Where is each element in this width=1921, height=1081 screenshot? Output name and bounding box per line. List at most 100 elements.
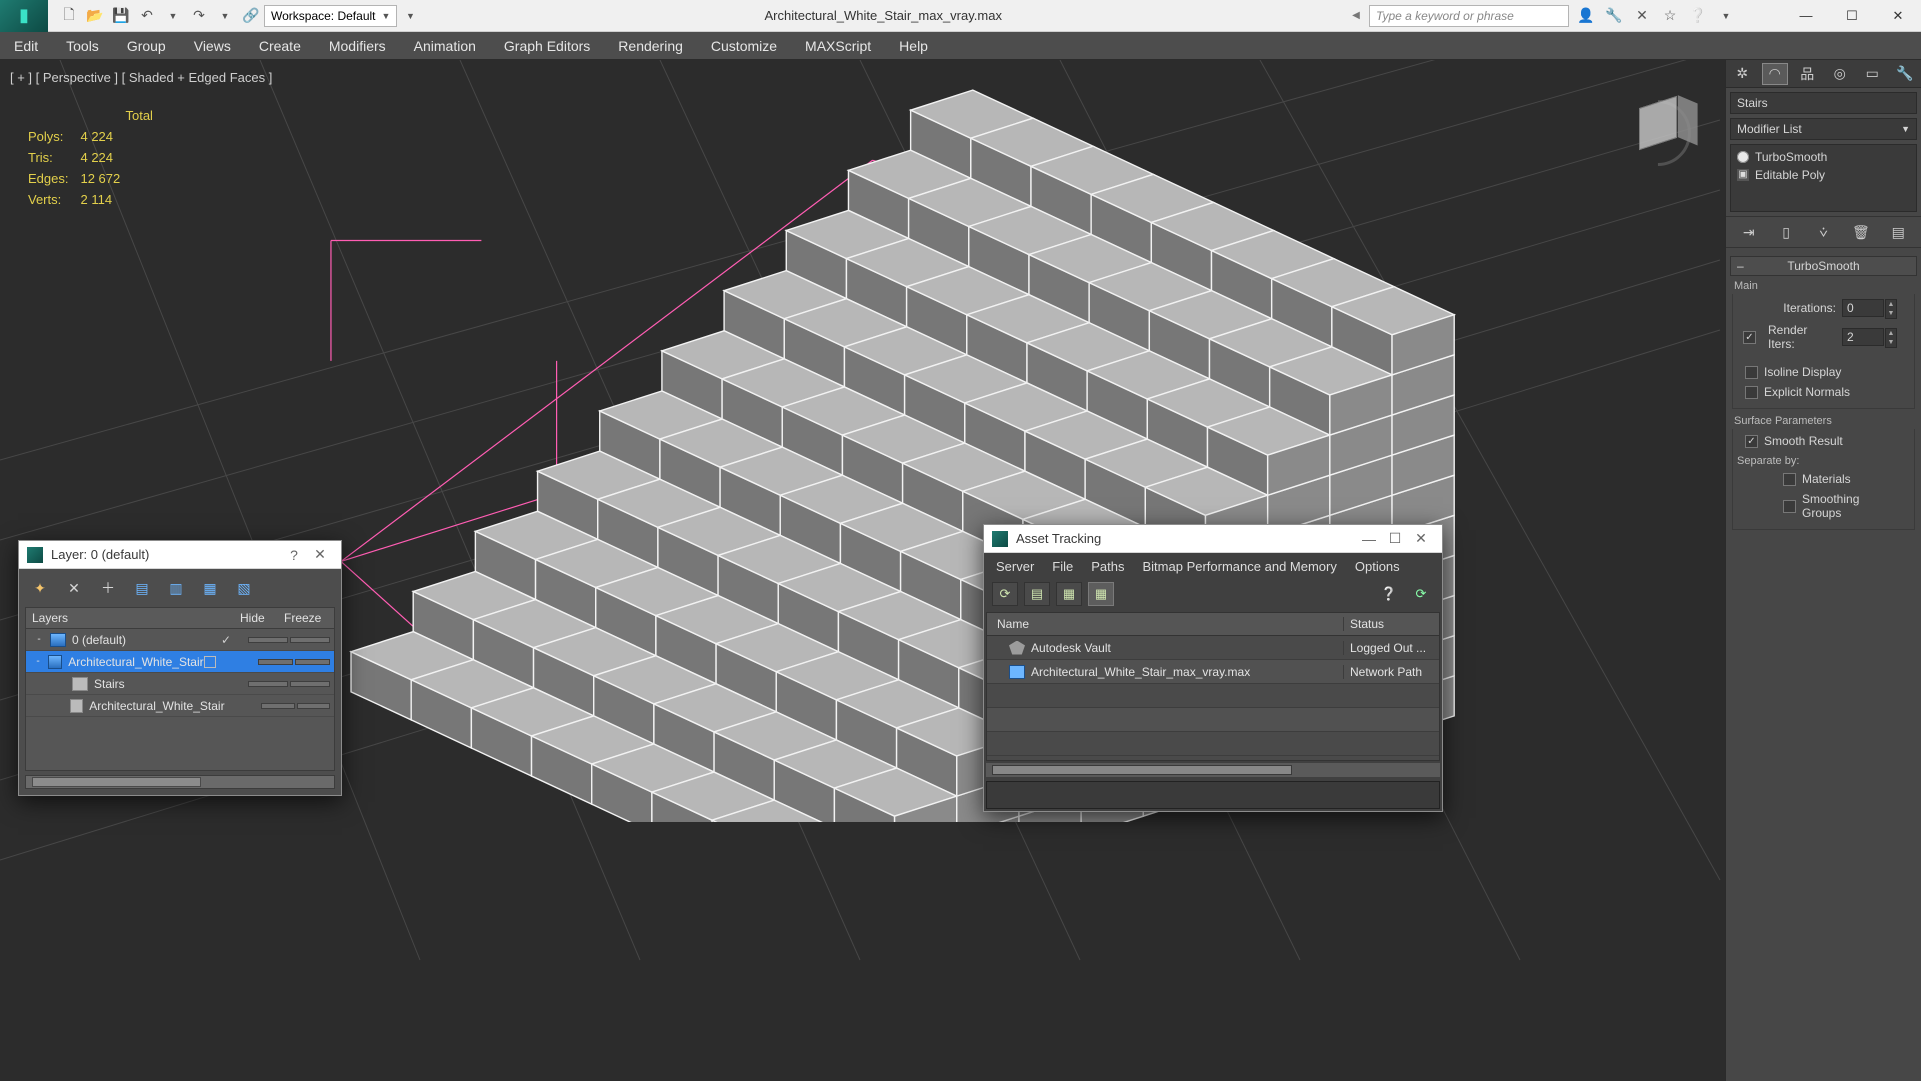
menu-views[interactable]: Views xyxy=(194,38,231,54)
extra-toggle[interactable] xyxy=(297,703,330,709)
menu-animation[interactable]: Animation xyxy=(414,38,476,54)
asset-list[interactable]: Autodesk VaultLogged Out ...Architectura… xyxy=(986,636,1440,761)
tree-view-icon[interactable]: ▦ xyxy=(1056,582,1082,606)
help-button[interactable]: ? xyxy=(281,547,307,563)
select-layer-icon[interactable]: ▤ xyxy=(131,577,153,599)
help-dropdown-icon[interactable]: ▼ xyxy=(1713,4,1739,28)
modifier-stack[interactable]: TurboSmooth ▣ Editable Poly xyxy=(1730,144,1917,212)
asset-menu-file[interactable]: File xyxy=(1052,559,1073,574)
new-file-icon[interactable]: 🗋 xyxy=(56,4,82,28)
bulb-icon[interactable] xyxy=(1737,151,1749,163)
highlight-layer-icon[interactable]: ▥ xyxy=(165,577,187,599)
menu-rendering[interactable]: Rendering xyxy=(618,38,683,54)
freeze-toggle[interactable] xyxy=(248,681,288,687)
modify-tab-icon[interactable]: ◠ xyxy=(1762,63,1788,85)
menu-help[interactable]: Help xyxy=(899,38,928,54)
viewcube[interactable] xyxy=(1613,88,1703,178)
isoline-checkbox[interactable] xyxy=(1745,366,1758,379)
asset-row[interactable] xyxy=(987,684,1439,708)
modifier-item-editable-poly[interactable]: ▣ Editable Poly xyxy=(1735,166,1912,184)
layer-row[interactable]: Stairs xyxy=(26,673,334,695)
render-iters-spinner[interactable]: 2 ▲▼ xyxy=(1842,328,1884,346)
help-icon[interactable]: ❔ xyxy=(1685,4,1711,28)
menu-modifiers[interactable]: Modifiers xyxy=(329,38,386,54)
menu-group[interactable]: Group xyxy=(127,38,166,54)
render-iters-checkbox[interactable]: ✓ xyxy=(1743,331,1756,344)
object-name-field[interactable]: Stairs xyxy=(1730,92,1917,114)
col-freeze[interactable]: Freeze xyxy=(284,611,328,625)
layer-list[interactable]: -0 (default)✓-Architectural_White_StairS… xyxy=(25,629,335,771)
layer-row[interactable]: -Architectural_White_Stair xyxy=(26,651,334,673)
configure-sets-icon[interactable]: ▤ xyxy=(1885,221,1911,243)
extra-toggle[interactable] xyxy=(290,637,330,643)
minimize-button[interactable]: — xyxy=(1783,0,1829,32)
modifier-list-dropdown[interactable]: Modifier List ▼ xyxy=(1730,118,1917,140)
menu-edit[interactable]: Edit xyxy=(14,38,38,54)
refresh-icon[interactable]: ⟳ xyxy=(992,582,1018,606)
display-tab-icon[interactable]: ▭ xyxy=(1859,63,1885,85)
new-layer-icon[interactable]: ✦ xyxy=(29,577,51,599)
add-to-layer-icon[interactable]: ＋ xyxy=(97,577,119,599)
visibility-box[interactable] xyxy=(204,656,216,668)
asset-row[interactable] xyxy=(987,732,1439,756)
redo-icon[interactable]: ↷ xyxy=(186,4,212,28)
layer-scrollbar[interactable] xyxy=(25,775,335,789)
asset-row[interactable]: Architectural_White_Stair_max_vray.maxNe… xyxy=(987,660,1439,684)
undo-icon[interactable]: ↶ xyxy=(134,4,160,28)
undo-dropdown-icon[interactable]: ▼ xyxy=(160,4,186,28)
menu-customize[interactable]: Customize xyxy=(711,38,777,54)
extra-toggle[interactable] xyxy=(295,659,330,665)
create-tab-icon[interactable]: ✲ xyxy=(1729,63,1755,85)
infocenter-icon[interactable]: 👤 xyxy=(1573,4,1599,28)
asset-row[interactable] xyxy=(987,708,1439,732)
menu-maxscript[interactable]: MAXScript xyxy=(805,38,871,54)
extra-toggle[interactable] xyxy=(290,681,330,687)
list-view-icon[interactable]: ▤ xyxy=(1024,582,1050,606)
freeze-toggle[interactable] xyxy=(258,659,293,665)
expand-icon[interactable]: ▣ xyxy=(1737,169,1749,181)
menu-graph-editors[interactable]: Graph Editors xyxy=(504,38,590,54)
table-view-icon[interactable]: ▦ xyxy=(1088,582,1114,606)
redo-dropdown-icon[interactable]: ▼ xyxy=(212,4,238,28)
close-button[interactable]: ✕ xyxy=(1875,0,1921,32)
asset-menu-bitmap[interactable]: Bitmap Performance and Memory xyxy=(1143,559,1337,574)
key-icon[interactable]: 🔧 xyxy=(1601,4,1627,28)
materials-checkbox[interactable] xyxy=(1783,473,1796,486)
app-logo[interactable]: ▮ xyxy=(0,0,48,32)
favorite-icon[interactable]: ☆ xyxy=(1657,4,1683,28)
motion-tab-icon[interactable]: ◎ xyxy=(1827,63,1853,85)
asset-row[interactable]: Autodesk VaultLogged Out ... xyxy=(987,636,1439,660)
open-file-icon[interactable]: 📂 xyxy=(82,4,108,28)
smoothing-groups-checkbox[interactable] xyxy=(1783,500,1796,513)
explicit-normals-checkbox[interactable] xyxy=(1745,386,1758,399)
rollout-header[interactable]: – TurboSmooth xyxy=(1730,256,1917,276)
show-end-result-icon[interactable]: ▯ xyxy=(1773,221,1799,243)
col-status[interactable]: Status xyxy=(1343,617,1439,631)
asset-menu-paths[interactable]: Paths xyxy=(1091,559,1124,574)
col-hide[interactable]: Hide xyxy=(240,611,284,625)
hierarchy-tab-icon[interactable]: 品 xyxy=(1794,63,1820,85)
search-input[interactable]: Type a keyword or phrase xyxy=(1369,5,1569,27)
close-button[interactable]: ✕ xyxy=(1408,530,1434,547)
make-unique-icon[interactable]: ⩒ xyxy=(1810,221,1836,243)
search-prev-icon[interactable]: ◀ xyxy=(1343,4,1369,28)
layer-row[interactable]: -0 (default)✓ xyxy=(26,629,334,651)
menu-tools[interactable]: Tools xyxy=(66,38,99,54)
link-icon[interactable]: 🔗 xyxy=(238,4,264,28)
smooth-result-checkbox[interactable]: ✓ xyxy=(1745,435,1758,448)
pin-stack-icon[interactable]: ⇥ xyxy=(1736,221,1762,243)
layer-row[interactable]: Architectural_White_Stair xyxy=(26,695,334,717)
utilities-tab-icon[interactable]: 🔧 xyxy=(1892,63,1918,85)
freeze-toggle[interactable] xyxy=(248,637,288,643)
col-layers[interactable]: Layers xyxy=(32,611,240,625)
hide-toggle[interactable]: ✓ xyxy=(204,633,248,647)
delete-layer-icon[interactable]: ✕ xyxy=(63,577,85,599)
menu-create[interactable]: Create xyxy=(259,38,301,54)
minimize-button[interactable]: — xyxy=(1356,531,1382,547)
remove-modifier-icon[interactable]: 🗑 xyxy=(1848,221,1874,243)
status-refresh-icon[interactable]: ⟳ xyxy=(1408,582,1434,606)
iterations-spinner[interactable]: 0 ▲▼ xyxy=(1842,299,1884,317)
viewport-label[interactable]: [ + ] [ Perspective ] [ Shaded + Edged F… xyxy=(10,70,272,85)
layer-dialog-titlebar[interactable]: Layer: 0 (default) ? ✕ xyxy=(19,541,341,569)
col-name[interactable]: Name xyxy=(987,617,1343,631)
